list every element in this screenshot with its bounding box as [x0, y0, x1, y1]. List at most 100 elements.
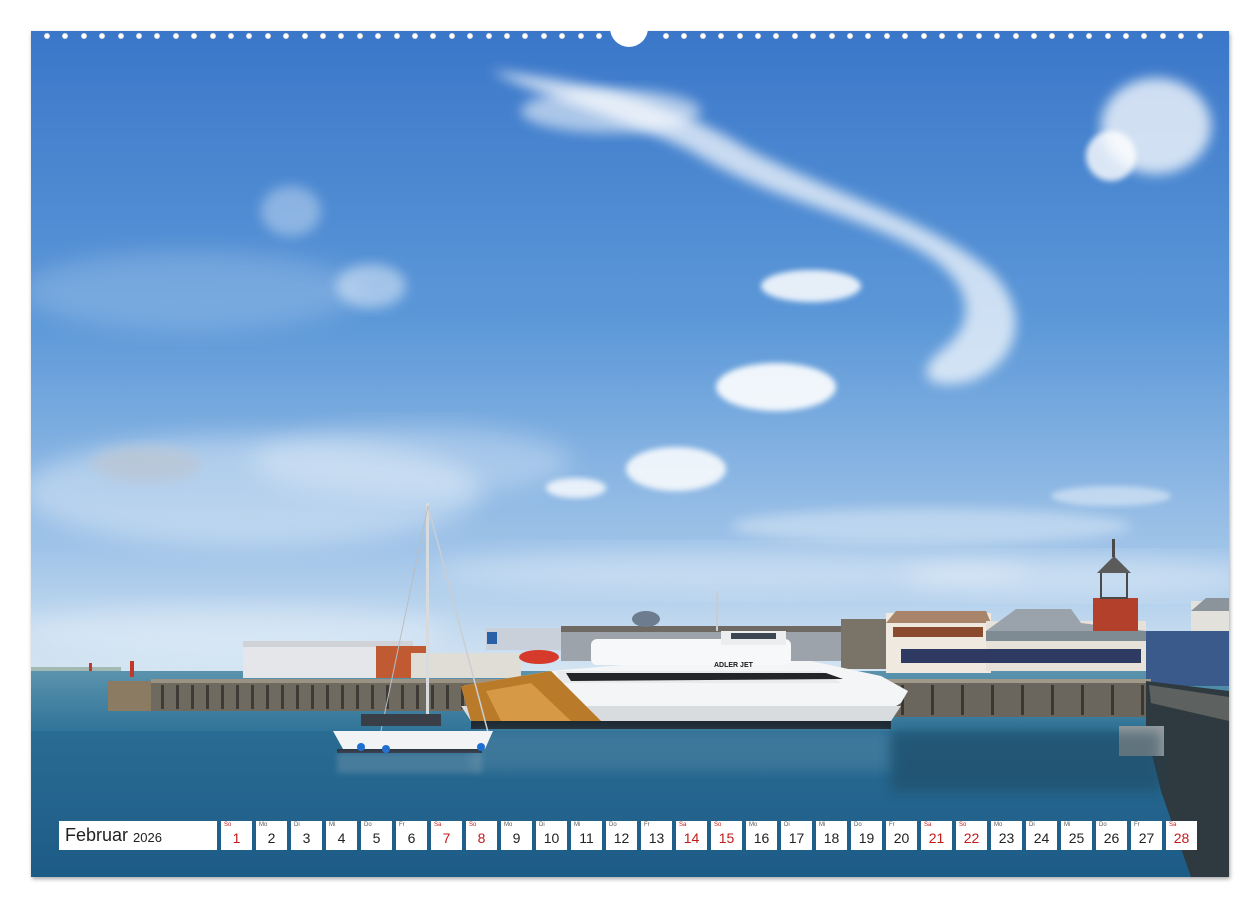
- weekday-abbr: Mo: [504, 822, 513, 828]
- binding-hole: [449, 33, 455, 39]
- binding-hole: [228, 33, 234, 39]
- binding-hole: [976, 33, 982, 39]
- day-cell: Do 12: [606, 821, 637, 850]
- weekday-abbr: Do: [609, 822, 617, 828]
- binding-hole: [1068, 33, 1074, 39]
- day-cell: Fr 20: [886, 821, 917, 850]
- binding-hole: [394, 33, 400, 39]
- binding-hole: [1123, 33, 1129, 39]
- pier: [108, 679, 511, 711]
- day-cell: So 22: [956, 821, 987, 850]
- day-number: 9: [512, 830, 521, 846]
- day-cell: Mi 11: [571, 821, 602, 850]
- weekday-abbr: Fr: [399, 822, 405, 828]
- day-number: 13: [648, 830, 665, 846]
- day-number: 2: [267, 830, 276, 846]
- weekday-abbr: Sa: [679, 822, 687, 828]
- month-label-box: Februar 2026: [59, 821, 217, 850]
- weekday-abbr: Mo: [994, 822, 1003, 828]
- binding-hole: [921, 33, 927, 39]
- binding-hole: [154, 33, 160, 39]
- weekday-abbr: Mi: [1064, 822, 1071, 828]
- calendar-strip: Februar 2026 So 1 Mo 2 Di 3 Mi 4 Do 5 Fr 6 Sa 7 So 8 Mo 9…: [59, 821, 1197, 850]
- day-number: 28: [1173, 830, 1190, 846]
- day-number: 18: [823, 830, 840, 846]
- weekday-abbr: Di: [294, 822, 300, 828]
- day-cell: So 1: [221, 821, 252, 850]
- day-cell: Fr 13: [641, 821, 672, 850]
- binding-hole: [865, 33, 871, 39]
- day-cell: Sa 7: [431, 821, 462, 850]
- binding-hole: [700, 33, 706, 39]
- day-cell: Sa 21: [921, 821, 952, 850]
- day-number: 4: [337, 830, 346, 846]
- binding-hole: [902, 33, 908, 39]
- day-number: 20: [893, 830, 910, 846]
- binding-hole: [62, 33, 68, 39]
- binding-hole: [430, 33, 436, 39]
- day-cell: Mi 18: [816, 821, 847, 850]
- weekday-abbr: So: [224, 822, 232, 828]
- binding-hole: [1160, 33, 1166, 39]
- day-number: 25: [1068, 830, 1085, 846]
- day-cell: Di 17: [781, 821, 812, 850]
- binding-hole: [559, 33, 565, 39]
- weekday-abbr: Sa: [924, 822, 932, 828]
- day-number: 23: [998, 830, 1015, 846]
- weekday-abbr: Sa: [434, 822, 442, 828]
- day-number: 11: [579, 830, 594, 846]
- weekday-abbr: So: [469, 822, 477, 828]
- weekday-abbr: Fr: [889, 822, 895, 828]
- binding-hole: [99, 33, 105, 39]
- binding-hole: [81, 33, 87, 39]
- binding-hole: [246, 33, 252, 39]
- day-number: 26: [1103, 830, 1120, 846]
- day-number: 7: [442, 830, 451, 846]
- harbor-scene: ADLER JET: [31, 31, 1229, 877]
- binding-hole: [541, 33, 547, 39]
- day-number: 10: [543, 830, 560, 846]
- day-number: 16: [753, 830, 770, 846]
- binding-hole: [118, 33, 124, 39]
- binding-hole: [522, 33, 528, 39]
- binding-hole: [681, 33, 687, 39]
- binding-hole: [265, 33, 271, 39]
- day-number: 14: [683, 830, 700, 846]
- binding-hole: [829, 33, 835, 39]
- weekday-abbr: Di: [1029, 822, 1035, 828]
- day-cell: Mo 16: [746, 821, 777, 850]
- binding-hole: [191, 33, 197, 39]
- binding-hole: [173, 33, 179, 39]
- binding-hole: [210, 33, 216, 39]
- binding-hole: [994, 33, 1000, 39]
- day-number: 12: [613, 830, 630, 846]
- binding-hole: [1197, 33, 1203, 39]
- month-name: Februar: [65, 825, 129, 845]
- weekday-abbr: Mi: [819, 822, 826, 828]
- binding-hole: [1141, 33, 1147, 39]
- binding-hole: [486, 33, 492, 39]
- weekday-abbr: Do: [364, 822, 372, 828]
- binding-hole: [357, 33, 363, 39]
- binding-hole: [1086, 33, 1092, 39]
- day-cell: Mi 25: [1061, 821, 1092, 850]
- day-cell: Sa 28: [1166, 821, 1197, 850]
- binding-hole: [718, 33, 724, 39]
- day-cell: Do 5: [361, 821, 392, 850]
- weekday-abbr: Di: [784, 822, 790, 828]
- weekday-abbr: Do: [854, 822, 862, 828]
- binding-hole: [810, 33, 816, 39]
- day-cell: Di 10: [536, 821, 567, 850]
- weekday-abbr: Mi: [329, 822, 336, 828]
- day-number: 6: [407, 830, 416, 846]
- calendar-page: ADLER JET Februar 2026 So 1 Mo 2 Di 3 Mi…: [0, 0, 1260, 908]
- binding-hole: [283, 33, 289, 39]
- binding-hole: [1013, 33, 1019, 39]
- binding-hole: [755, 33, 761, 39]
- day-number: 22: [963, 830, 980, 846]
- day-number: 19: [858, 830, 875, 846]
- binding-hole: [884, 33, 890, 39]
- day-cell: Di 3: [291, 821, 322, 850]
- weekday-abbr: Fr: [1134, 822, 1140, 828]
- binding-hole: [338, 33, 344, 39]
